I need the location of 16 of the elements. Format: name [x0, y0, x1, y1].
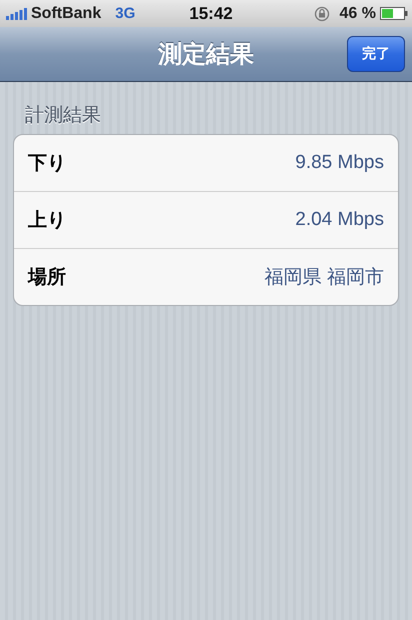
network-type: 3G — [115, 5, 136, 22]
signal-icon — [6, 8, 28, 20]
carrier-name: SoftBank — [31, 4, 102, 22]
done-button[interactable]: 完了 — [347, 36, 405, 72]
screen-title: 測定結果 — [158, 40, 254, 70]
section-header: 計測結果 — [25, 104, 102, 128]
rotation-lock-icon — [314, 6, 330, 22]
row-value: 福岡県 福岡市 — [264, 266, 384, 290]
battery-icon — [380, 7, 408, 20]
clock-time: 15:42 — [189, 4, 233, 24]
battery-percent: 46 % — [340, 4, 376, 22]
row-label: 上り — [28, 209, 66, 233]
row-label: 場所 — [28, 266, 66, 290]
row-value: 9.85 Mbps — [295, 152, 384, 174]
row-label: 下り — [28, 152, 66, 176]
row-value: 2.04 Mbps — [295, 209, 384, 231]
